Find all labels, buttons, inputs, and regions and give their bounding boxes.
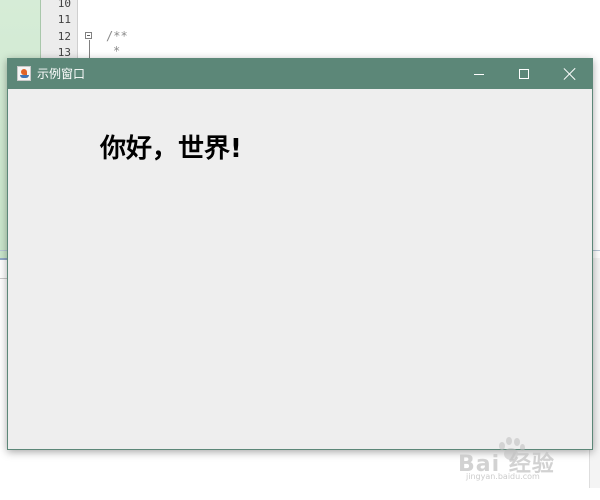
title-bar[interactable]: 示例窗口: [8, 59, 592, 89]
minimize-button[interactable]: [457, 59, 501, 89]
line-number: 10: [57, 0, 71, 10]
minimize-icon: [474, 74, 484, 75]
line-number: 12: [57, 30, 71, 43]
close-button[interactable]: [547, 59, 591, 89]
content-pane: 你好，世界!: [8, 89, 592, 449]
window-title: 示例窗口: [37, 67, 86, 81]
java-icon[interactable]: [17, 66, 31, 81]
watermark: Bai 经验 jingyan.baidu.com: [452, 436, 592, 481]
maximize-button[interactable]: [501, 59, 545, 89]
watermark-url: jingyan.baidu.com: [466, 472, 540, 481]
fold-guide-line: [89, 40, 90, 60]
ide-line-gutter: 10 11 12 13: [41, 0, 78, 60]
code-line[interactable]: *: [113, 44, 120, 58]
close-icon: [563, 67, 577, 81]
code-line[interactable]: /**: [106, 29, 128, 43]
fold-collapse-icon[interactable]: [85, 32, 92, 39]
greeting-label: 你好，世界!: [100, 134, 242, 164]
line-number: 11: [57, 13, 71, 26]
app-window: 示例窗口 你好，世界!: [7, 58, 593, 450]
maximize-icon: [519, 69, 529, 79]
